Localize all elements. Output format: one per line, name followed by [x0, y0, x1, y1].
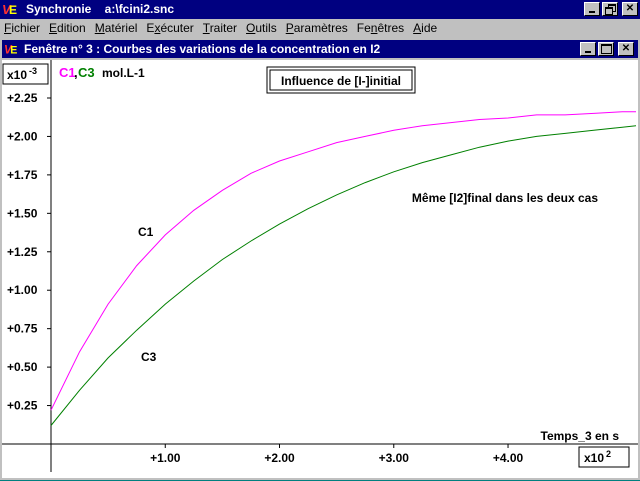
curve-label-c3: C3 — [141, 350, 157, 364]
child-window: V E Fenêtre n° 3 : Courbes des variation… — [0, 38, 640, 480]
y-tick-label: +1.25 — [7, 245, 38, 259]
series-line-c3 — [50, 125, 637, 426]
y-tick-label: +0.25 — [7, 399, 38, 413]
minimize-button[interactable] — [584, 2, 600, 16]
child-close-button[interactable]: ✕ — [618, 42, 634, 56]
chart-title: Influence de [I-]initial — [281, 74, 401, 88]
plot-area[interactable]: +0.25 +0.50 +0.75 +1.00 +1.25 +1.50 +1.75 +2.00… — [2, 60, 638, 478]
menu-item-outils[interactable]: Outils — [242, 19, 281, 38]
child-minimize-button[interactable] — [580, 42, 596, 56]
minimize-icon — [585, 51, 591, 53]
app-window-controls: ✕ — [584, 2, 638, 16]
menu-item-traiter[interactable]: Traiter — [199, 19, 241, 38]
menu-item-exécuter[interactable]: Exécuter — [142, 19, 197, 38]
y-unit-label: mol.L-1 — [102, 66, 145, 80]
app-window: V E Synchronie a:\fcini2.snc ✕ Fichier Ed… — [0, 0, 640, 480]
y-tick-label: +2.25 — [7, 91, 38, 105]
concentration-chart[interactable]: +0.25 +0.50 +0.75 +1.00 +1.25 +1.50 +1.75 +2.00… — [2, 60, 638, 478]
child-maximize-button[interactable] — [598, 42, 614, 56]
app-title: Synchronie a:\fcini2.snc — [26, 2, 175, 16]
x-tick-label: +3.00 — [379, 451, 410, 465]
x-tick-label: +4.00 — [493, 451, 524, 465]
curve-label-c1: C1 — [138, 225, 154, 239]
app-titlebar[interactable]: V E Synchronie a:\fcini2.snc ✕ — [0, 0, 640, 19]
svg-text:E: E — [9, 3, 17, 17]
maximize-icon — [601, 44, 612, 54]
y-tick-label: +1.50 — [7, 206, 38, 220]
child-titlebar[interactable]: V E Fenêtre n° 3 : Courbes des variation… — [2, 40, 638, 58]
y-tick-label: +1.00 — [7, 283, 38, 297]
series-line-c1 — [50, 111, 636, 411]
y-tick-label: +1.75 — [7, 168, 38, 182]
minimize-icon — [589, 11, 595, 13]
menu-item-edition[interactable]: Edition — [45, 19, 90, 38]
child-title: Fenêtre n° 3 : Courbes des variations de… — [24, 42, 381, 56]
child-window-controls: ✕ — [580, 42, 634, 56]
synchronie-logo-icon[interactable]: V E — [2, 1, 20, 17]
y-tick-label: +0.75 — [7, 322, 38, 336]
menu-item-fenêtres[interactable]: Fenêtres — [353, 19, 408, 38]
close-icon: ✕ — [621, 43, 631, 54]
close-button[interactable]: ✕ — [622, 2, 638, 16]
synchronie-doc-icon[interactable]: V E — [4, 41, 20, 57]
x-tick-label: +2.00 — [264, 451, 295, 465]
menu-item-fichier[interactable]: Fichier — [0, 19, 44, 38]
x-axis-label: Temps_3 en s — [541, 429, 620, 443]
menu-bar: Fichier Edition Matériel Exécuter Traiter Out… — [0, 19, 640, 38]
annotation-text: Même [I2]final dans les deux cas — [412, 191, 598, 205]
menu-item-paramètres[interactable]: Paramètres — [282, 19, 352, 38]
legend-c3: C3 — [78, 65, 95, 80]
x-tick-label: +1.00 — [150, 451, 181, 465]
svg-text:E: E — [10, 44, 17, 56]
y-tick-label: +0.50 — [7, 360, 38, 374]
close-icon: ✕ — [625, 3, 635, 14]
menu-item-aide[interactable]: Aide — [409, 19, 441, 38]
restore-button[interactable] — [602, 2, 618, 16]
y-tick-label: +2.00 — [7, 129, 38, 143]
menu-item-matériel[interactable]: Matériel — [91, 19, 142, 38]
